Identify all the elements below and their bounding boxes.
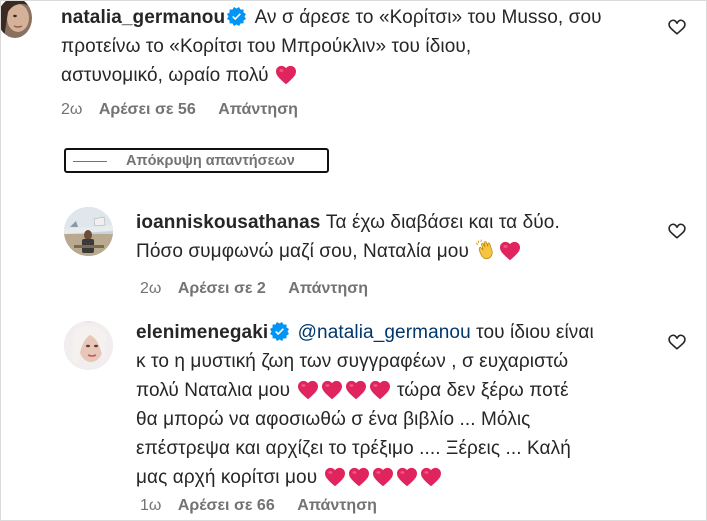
- comment-text: ioanniskousathanas Τα έχω διαβάσει και τ…: [136, 208, 656, 266]
- comment-line: του ίδιου είναι: [476, 322, 594, 343]
- comment-line: αστυνομικό, ωραίο πολύ: [61, 65, 269, 86]
- hide-replies-label: Απόκρυψη απαντήσεων: [126, 153, 295, 169]
- red-heart-emoji: [372, 467, 394, 487]
- hide-replies-button[interactable]: Απόκρυψη απαντήσεων: [64, 148, 329, 173]
- red-heart-emoji: [420, 467, 442, 487]
- comment-text: natalia_germanou Αν σ άρεσε το «Κορίτσι»…: [61, 3, 661, 90]
- comments-thread: natalia_germanou Αν σ άρεσε το «Κορίτσι»…: [0, 0, 707, 521]
- comment-line: θα μπορώ να αφοσιωθώ σ ένα βιβλίο ... Μό…: [136, 409, 531, 430]
- verified-badge-icon: [227, 7, 246, 26]
- comment-username[interactable]: ioanniskousathanas: [136, 212, 320, 233]
- comment-meta: 2ω Αρέσει σε 56 Απάντηση: [61, 101, 316, 119]
- heart-outline-icon[interactable]: [667, 17, 687, 37]
- heart-outline-icon[interactable]: [667, 221, 687, 241]
- avatar[interactable]: [64, 321, 113, 370]
- reply-button[interactable]: Απάντηση: [218, 101, 298, 118]
- heart-outline-icon[interactable]: [667, 332, 687, 352]
- mention-link[interactable]: @natalia_germanou: [298, 322, 471, 343]
- avatar[interactable]: [1, 1, 32, 38]
- comment-username[interactable]: natalia_germanou: [61, 7, 225, 28]
- red-heart-emoji: [396, 467, 418, 487]
- comment-age: 2ω: [61, 101, 83, 118]
- likes-count-link[interactable]: Αρέσει σε 66: [178, 497, 275, 514]
- likes-count-link[interactable]: Αρέσει σε 2: [178, 280, 266, 297]
- clapping-hands-emoji: [475, 239, 497, 261]
- comment-line: Τα έχω διαβάσει και τα δύο.: [325, 212, 560, 233]
- reply-button[interactable]: Απάντηση: [297, 497, 377, 514]
- comment-line: πολύ Ναταλια μου: [136, 380, 291, 401]
- red-heart-emoji: [348, 467, 370, 487]
- red-heart-emoji: [297, 380, 319, 400]
- red-heart-emoji: [345, 380, 367, 400]
- red-heart-emoji: [275, 65, 297, 85]
- divider-line: [73, 161, 107, 162]
- red-heart-emoji: [321, 380, 343, 400]
- comment-text: elenimenegaki @natalia_germanou του ίδιο…: [136, 318, 666, 492]
- avatar[interactable]: [64, 207, 113, 256]
- comment-line: Πόσο συμφωνώ μαζί σου, Ναταλία μου: [136, 241, 469, 262]
- red-heart-emoji: [324, 467, 346, 487]
- comment-meta: 2ω Αρέσει σε 2 Απάντηση: [140, 280, 386, 298]
- comment-line: τώρα δεν ξέρω ποτέ: [396, 380, 569, 401]
- comment-line: μας αρχή κορίτσι μου: [136, 467, 318, 488]
- comment-line: Αν σ άρεσε το «Κορίτσι» του Musso, σου: [254, 7, 602, 28]
- comment-age: 1ω: [140, 497, 162, 514]
- comment-line: προτείνω το «Κορίτσι του Μπρούκλιν» του …: [61, 36, 472, 57]
- comment-meta: 1ω Αρέσει σε 66 Απάντηση: [140, 497, 395, 515]
- comment-line: επέστρεψα και αρχίζει το τρέξιμο .... Ξέ…: [136, 438, 571, 459]
- comment-line: κ το η μυστική ζωη των συγγραφέων , σ ευ…: [136, 351, 569, 372]
- comment-age: 2ω: [140, 280, 162, 297]
- reply-button[interactable]: Απάντηση: [288, 280, 368, 297]
- likes-count-link[interactable]: Αρέσει σε 56: [99, 101, 196, 118]
- red-heart-emoji: [369, 380, 391, 400]
- comment-username[interactable]: elenimenegaki: [136, 322, 268, 343]
- red-heart-emoji: [499, 241, 521, 261]
- verified-badge-icon: [270, 322, 289, 341]
